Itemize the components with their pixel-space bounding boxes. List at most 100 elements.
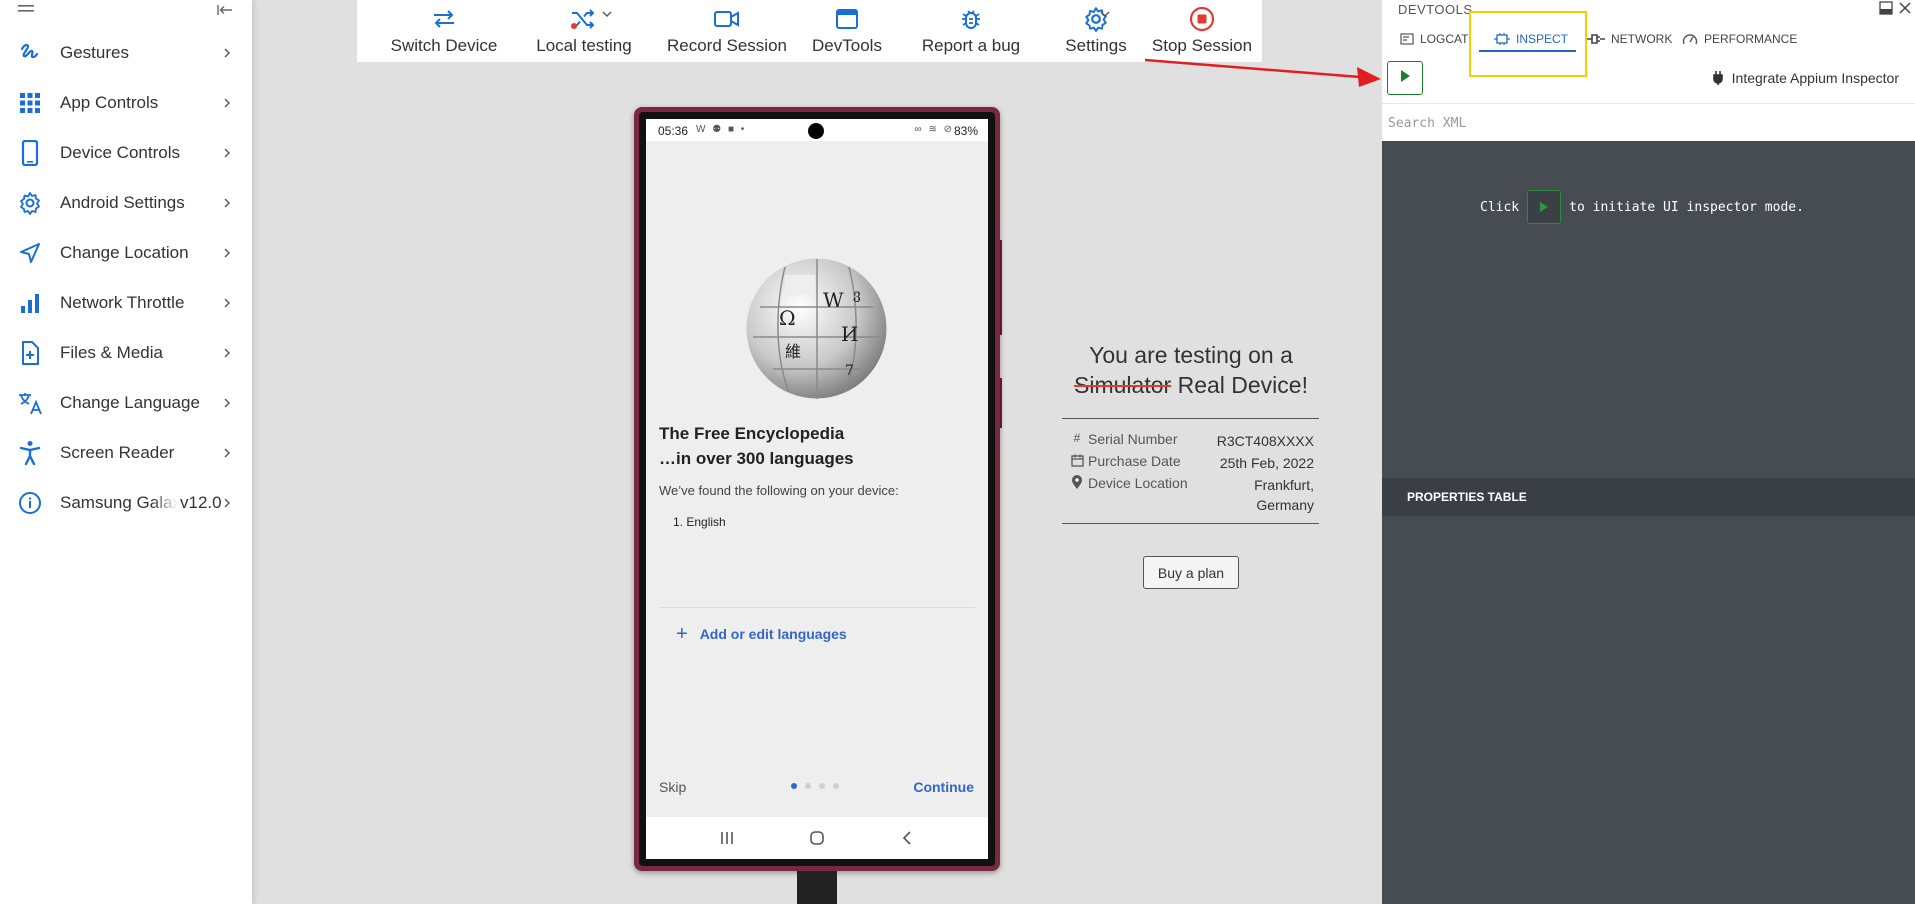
add-languages-button[interactable]: + Add or edit languages <box>676 624 847 644</box>
devtools-title: DEVTOOLS <box>1398 2 1473 17</box>
svg-text:W: W <box>823 288 844 312</box>
onboarding-title: The Free Encyclopedia …in over 300 langu… <box>659 424 854 468</box>
logcat-icon <box>1400 33 1414 45</box>
sidebar-item-label: Gestures <box>60 43 129 62</box>
integrate-appium-button[interactable]: Integrate Appium Inspector <box>1712 70 1899 86</box>
system-icons: ∞ ≋ ⊘ <box>914 124 954 135</box>
sidebar-item-files-media[interactable]: Files & Media <box>0 333 252 373</box>
sidebar-item-label: Files & Media <box>60 343 163 362</box>
sidebar-item-android-settings[interactable]: Android Settings <box>0 183 252 223</box>
status-bar: 05:36 W ⚉ ■ • ∞ ≋ ⊘ 83% <box>646 119 988 141</box>
translate-icon <box>17 390 43 416</box>
switch-device-button[interactable]: Switch Device <box>375 0 513 62</box>
plug-icon <box>1587 33 1605 45</box>
device-frame: 05:36 W ⚉ ■ • ∞ ≋ ⊘ 83% Ω W И 維 ვ 7 The … <box>634 107 1000 871</box>
gesture-icon <box>17 40 43 66</box>
tab-performance[interactable]: PERFORMANCE <box>1682 28 1797 50</box>
gear-icon <box>17 190 43 216</box>
android-nav-bar <box>646 817 988 859</box>
buy-plan-button[interactable]: Buy a plan <box>1143 556 1239 589</box>
device-location-row: Device Location Frankfurt, Germany <box>1062 473 1320 521</box>
highlight-box <box>1469 11 1587 77</box>
accessibility-icon <box>17 440 43 466</box>
properties-table-header: PROPERTIES TABLE <box>1382 478 1915 516</box>
sidebar-item-screen-reader[interactable]: Screen Reader <box>0 433 252 473</box>
hash-icon: # <box>1073 431 1081 445</box>
chevron-down-icon[interactable] <box>601 10 613 18</box>
sidebar-item-gestures[interactable]: Gestures <box>0 33 252 73</box>
purchase-date-row: Purchase Date 25th Feb, 2022 <box>1062 451 1320 473</box>
skip-button[interactable]: Skip <box>659 779 686 795</box>
tab-network[interactable]: NETWORK <box>1587 28 1672 50</box>
chevron-right-icon <box>224 348 230 358</box>
stop-session-button[interactable]: Stop Session <box>1139 0 1265 62</box>
stop-icon <box>1189 2 1215 36</box>
sidebar-item-network-throttle[interactable]: Network Throttle <box>0 283 252 323</box>
devtools-panel: DEVTOOLS LOGCAT INSPECT NETWORK PERFORMA… <box>1382 0 1915 904</box>
location-value: Frankfurt, Germany <box>1254 477 1314 513</box>
svg-text:ვ: ვ <box>853 287 861 303</box>
onboarding-subtitle: We’ve found the following on your device… <box>659 483 899 498</box>
divider <box>1382 103 1915 104</box>
play-icon <box>1399 69 1411 88</box>
recents-icon[interactable] <box>714 825 740 851</box>
devtools-button[interactable]: DevTools <box>797 0 897 62</box>
sidebar-item-device-info[interactable]: Samsung Galaxy v12.0 <box>0 483 252 523</box>
phone-icon <box>17 140 43 166</box>
device-heading: You are testing on a Simulator Real Devi… <box>1074 342 1308 398</box>
divider <box>659 607 975 608</box>
inspector-hint: Click to initiate UI inspector mode. <box>1480 190 1804 224</box>
sidebar-item-label: Change Language <box>60 393 200 412</box>
start-inspector-button[interactable] <box>1387 61 1423 95</box>
play-icon[interactable] <box>1527 190 1562 224</box>
plug-icon <box>1712 71 1723 85</box>
divider <box>1062 523 1319 524</box>
menu-icon[interactable] <box>18 3 36 17</box>
continue-button[interactable]: Continue <box>913 779 974 795</box>
status-time: 05:36 <box>658 124 689 138</box>
video-camera-icon <box>713 2 741 36</box>
dock-icon[interactable] <box>1879 1 1893 15</box>
device-screen[interactable]: 05:36 W ⚉ ■ • ∞ ≋ ⊘ 83% Ω W И 維 ვ 7 The … <box>646 119 988 859</box>
chevron-right-icon <box>224 498 230 508</box>
serial-number-row: # Serial Number R3CT408XXXX <box>1062 429 1320 451</box>
sidebar-item-label: Screen Reader <box>60 443 175 462</box>
shuffle-icon <box>570 2 598 36</box>
local-testing-button[interactable]: Local testing <box>517 0 651 62</box>
page-indicator <box>791 783 839 789</box>
sidebar-item-device-controls[interactable]: Device Controls <box>0 133 252 173</box>
device-version: v12.0 <box>180 493 222 512</box>
svg-text:維: 維 <box>785 342 801 361</box>
chevron-right-icon <box>224 48 230 58</box>
front-camera <box>808 123 824 139</box>
sidebar-item-app-controls[interactable]: App Controls <box>0 83 252 123</box>
battery-level: 83% <box>953 124 978 138</box>
tab-logcat[interactable]: LOGCAT <box>1400 28 1468 50</box>
navigation-icon <box>17 240 43 266</box>
chevron-right-icon <box>224 448 230 458</box>
home-icon[interactable] <box>804 825 830 851</box>
signal-bars-icon <box>17 290 43 316</box>
collapse-sidebar-icon[interactable] <box>216 2 234 18</box>
sidebar-item-label: Change Location <box>60 243 189 262</box>
sidebar-header <box>0 0 252 22</box>
chevron-right-icon <box>224 148 230 158</box>
strikethrough-text: Simulator <box>1074 372 1172 398</box>
chevron-right-icon <box>224 298 230 308</box>
info-icon <box>17 490 43 516</box>
chevron-right-icon <box>224 248 230 258</box>
record-session-button[interactable]: Record Session <box>647 0 807 62</box>
back-icon[interactable] <box>894 825 920 851</box>
close-icon[interactable] <box>1898 1 1912 15</box>
device-info-panel: You are testing on a Simulator Real Devi… <box>1062 340 1320 524</box>
report-bug-button[interactable]: Report a bug <box>897 0 1045 62</box>
chevron-down-icon[interactable] <box>1099 10 1111 18</box>
calendar-icon <box>1070 453 1084 467</box>
search-xml-input[interactable] <box>1388 110 1908 136</box>
sidebar-item-change-language[interactable]: Change Language <box>0 383 252 423</box>
language-list-item: 1. English <box>673 515 726 529</box>
sidebar-item-change-location[interactable]: Change Location <box>0 233 252 273</box>
file-add-icon <box>17 340 43 366</box>
settings-button[interactable]: Settings <box>1041 0 1151 62</box>
grid-icon <box>17 90 43 116</box>
